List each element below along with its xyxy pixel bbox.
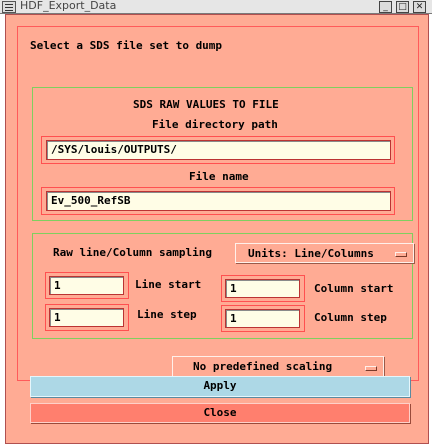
option-menu-indicator-icon <box>365 365 377 371</box>
sampling-section: Raw line/Column sampling Units: Line/Col… <box>32 233 414 339</box>
column-step-label: Column step <box>314 311 387 324</box>
file-name-field-frame: Ev_500_RefSB <box>41 187 395 215</box>
line-step-input[interactable]: 1 <box>49 308 124 327</box>
column-start-label: Column start <box>314 282 394 295</box>
file-name-label: File name <box>189 170 249 183</box>
line-step-field-frame: 1 <box>45 304 129 331</box>
dialog-heading: Select a SDS file set to dump <box>30 39 223 52</box>
window-title: HDF_Export_Data <box>20 0 117 12</box>
file-name-input-value: Ev_500_RefSB <box>51 194 131 207</box>
column-start-input-value: 1 <box>230 282 237 295</box>
line-start-field-frame: 1 <box>45 272 129 299</box>
option-menu-indicator-icon <box>395 252 407 257</box>
window-title-bar[interactable]: HDF_Export_Data _ □ ✕ <box>0 0 432 14</box>
sds-section-title: SDS RAW VALUES TO FILE <box>133 98 279 111</box>
maximize-icon[interactable]: □ <box>396 1 409 13</box>
directory-input[interactable]: /SYS/louis/OUTPUTS/ <box>46 140 391 160</box>
sampling-label: Raw line/Column sampling <box>53 246 212 259</box>
scaling-option-value: No predefined scaling <box>193 360 333 373</box>
line-start-label: Line start <box>135 278 202 291</box>
apply-button[interactable]: Apply <box>30 376 410 397</box>
column-start-input[interactable]: 1 <box>225 279 300 298</box>
minimize-icon[interactable]: _ <box>379 1 392 13</box>
column-step-input[interactable]: 1 <box>225 309 300 328</box>
directory-input-value: /SYS/louis/OUTPUTS/ <box>51 143 177 156</box>
close-button[interactable]: Close <box>30 403 410 423</box>
window-menu-icon[interactable] <box>2 1 16 13</box>
scaling-option-menu[interactable]: No predefined scaling <box>172 356 384 377</box>
directory-label: File directory path <box>152 118 278 131</box>
dialog-panel: Select a SDS file set to dump SDS RAW VA… <box>5 14 429 444</box>
sds-section: SDS RAW VALUES TO FILE File directory pa… <box>32 87 413 221</box>
directory-field-frame: /SYS/louis/OUTPUTS/ <box>41 136 395 164</box>
main-frame: Select a SDS file set to dump SDS RAW VA… <box>17 26 419 381</box>
line-step-input-value: 1 <box>54 311 61 324</box>
column-step-field-frame: 1 <box>221 305 305 332</box>
line-start-input[interactable]: 1 <box>49 276 124 295</box>
file-name-input[interactable]: Ev_500_RefSB <box>46 191 391 211</box>
column-start-field-frame: 1 <box>221 275 305 302</box>
units-option-menu[interactable]: Units: Line/Columns <box>235 243 414 263</box>
line-start-input-value: 1 <box>54 279 61 292</box>
column-step-input-value: 1 <box>230 312 237 325</box>
close-window-icon[interactable]: ✕ <box>413 1 426 13</box>
line-step-label: Line step <box>137 308 197 321</box>
units-option-value: Units: Line/Columns <box>248 247 374 260</box>
